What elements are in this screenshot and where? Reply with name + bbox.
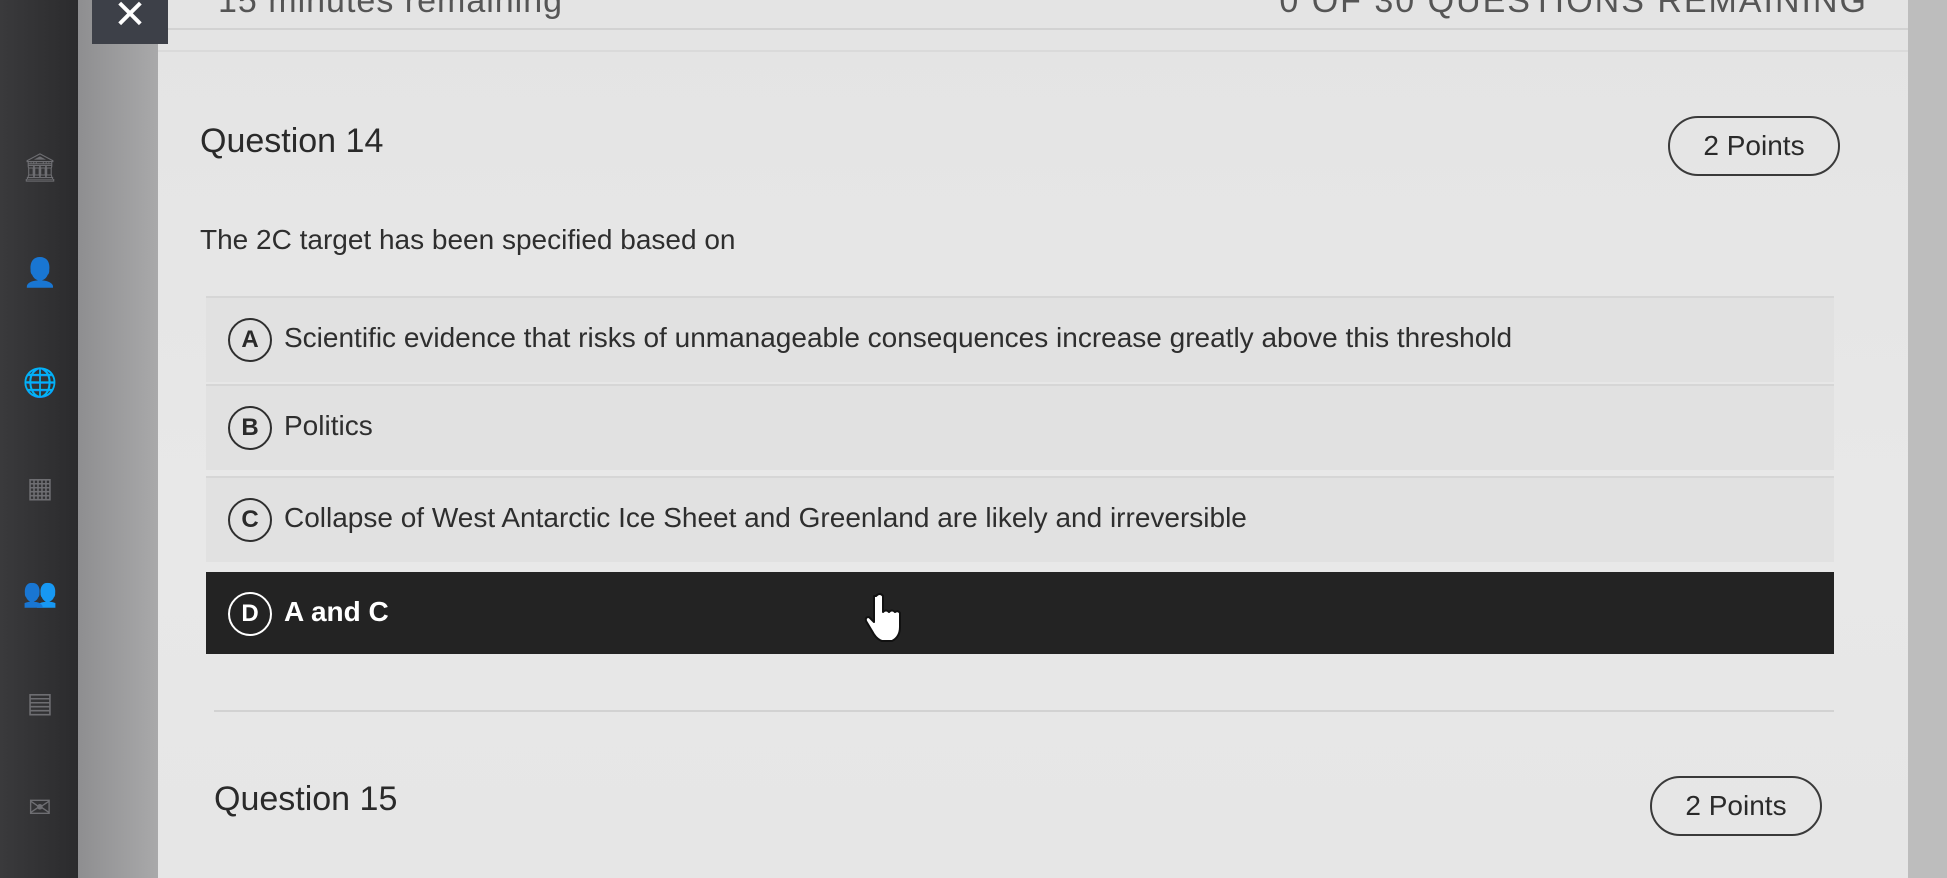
quiz-panel: 15 minutes remaining 0 OF 30 QUESTIONS R… (158, 0, 1908, 878)
option-b-text: Politics (284, 410, 373, 441)
left-sidebar: 🏛 👤 🌐 ▦ 👥 ▤ ✉ (0, 0, 78, 878)
header-divider (158, 28, 1908, 30)
question-15-title: Question 15 (214, 780, 398, 818)
calendar-icon[interactable]: ▤ (22, 685, 58, 721)
remaining-count: 0 OF 30 QUESTIONS REMAINING (1279, 0, 1868, 20)
option-letter-a: A (228, 318, 272, 362)
option-d-text: A and C (284, 596, 389, 627)
screen-edge (1908, 0, 1947, 878)
globe-icon[interactable]: 🌐 (22, 365, 58, 401)
option-letter-d: D (228, 592, 272, 636)
timer-text: 15 minutes remaining (218, 0, 564, 20)
calendar-view-icon[interactable]: ▦ (22, 470, 58, 506)
option-c-text: Collapse of West Antarctic Ice Sheet and… (284, 502, 1247, 533)
question-14-points-badge: 2 Points (1668, 116, 1840, 176)
option-b[interactable]: B Politics (206, 384, 1834, 470)
option-a-text: Scientific evidence that risks of unmana… (284, 322, 1513, 353)
option-letter-c: C (228, 498, 272, 542)
quiz-header: 15 minutes remaining 0 OF 30 QUESTIONS R… (158, 0, 1908, 28)
gutter (78, 0, 158, 878)
question-divider (214, 710, 1834, 712)
question-15-points-badge: 2 Points (1650, 776, 1822, 836)
institution-icon[interactable]: 🏛 (22, 150, 58, 186)
close-icon[interactable]: ✕ (92, 0, 168, 44)
header-divider-2 (158, 50, 1908, 52)
inbox-icon[interactable]: ✉ (22, 790, 58, 826)
group-icon[interactable]: 👥 (22, 575, 58, 611)
question-14-title: Question 14 (200, 122, 384, 160)
option-d-selected[interactable]: D A and C (206, 572, 1834, 654)
option-c[interactable]: C Collapse of West Antarctic Ice Sheet a… (206, 476, 1834, 562)
question-14-text: The 2C target has been specified based o… (200, 224, 736, 255)
option-a[interactable]: A Scientific evidence that risks of unma… (206, 296, 1834, 382)
hand-pointer-cursor-icon (864, 593, 901, 642)
user-icon[interactable]: 👤 (22, 255, 58, 291)
option-letter-b: B (228, 406, 272, 450)
